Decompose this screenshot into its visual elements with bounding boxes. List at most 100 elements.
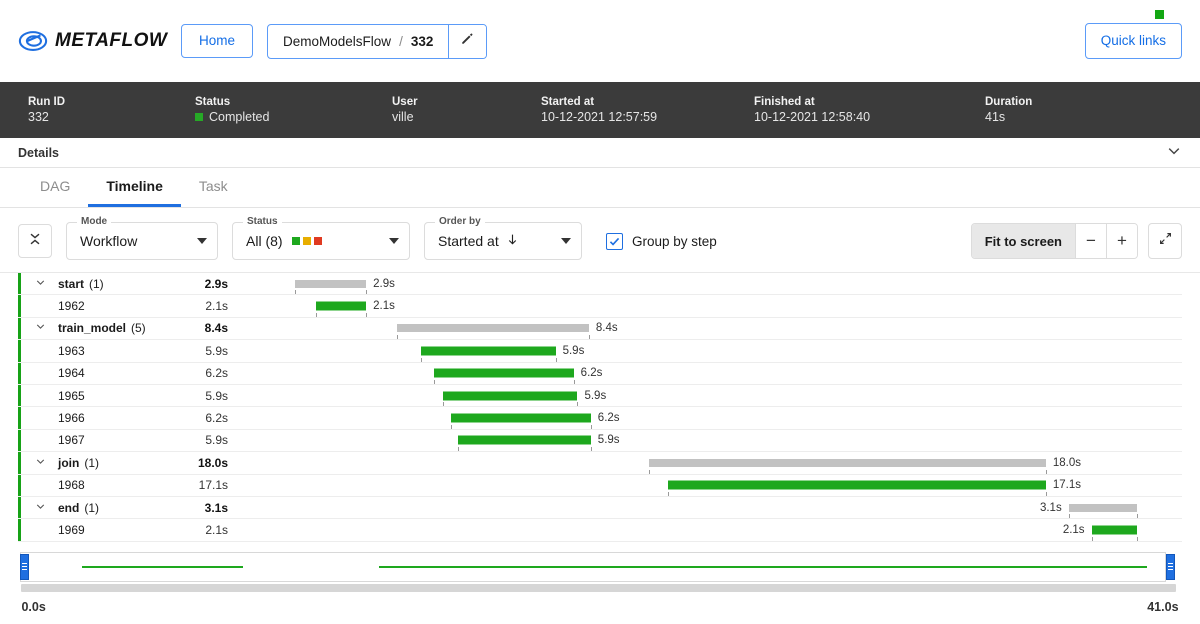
edit-run-button[interactable] — [448, 25, 486, 58]
chevron-down-icon[interactable] — [34, 276, 47, 292]
row-bar-area: 8.4s — [230, 318, 1182, 339]
chevron-down-icon — [561, 238, 571, 244]
field-label: User — [392, 96, 541, 108]
timeline-task-row[interactable]: 19666.2s6.2s — [18, 407, 1182, 429]
timeline-task-row[interactable]: 19622.1s2.1s — [18, 295, 1182, 317]
tab-task[interactable]: Task — [181, 168, 246, 207]
tab-timeline[interactable]: Timeline — [88, 168, 181, 207]
home-button[interactable]: Home — [181, 24, 253, 58]
row-name-cell: 1967 — [18, 433, 180, 447]
task-duration-bar[interactable] — [458, 436, 591, 445]
row-name: 1969 — [58, 523, 85, 537]
task-duration-bar[interactable] — [668, 481, 1046, 490]
bar-duration-label: 17.1s — [1053, 479, 1081, 491]
minimap-activity-line — [538, 566, 891, 568]
step-duration-bar[interactable] — [295, 280, 366, 288]
order-by-select[interactable]: Order by Started at — [424, 222, 582, 260]
bar-start-tick — [434, 380, 435, 384]
timeline-task-row[interactable]: 19692.1s2.1s — [18, 519, 1182, 541]
details-section-header[interactable]: Details — [0, 138, 1200, 168]
scrollbar-thumb[interactable] — [21, 584, 1176, 592]
mode-label: Mode — [77, 216, 111, 227]
row-duration: 8.4s — [180, 321, 228, 335]
group-by-step-control[interactable]: Group by step — [606, 233, 717, 250]
brand-logo[interactable]: METAFLOW — [18, 26, 163, 56]
pencil-icon — [460, 31, 475, 51]
timeline-step-row[interactable]: join(1)18.0s18.0s — [18, 452, 1182, 474]
timeline-task-row[interactable]: 196817.1s17.1s — [18, 475, 1182, 497]
bar-duration-label: 18.0s — [1053, 457, 1081, 469]
zoom-out-button[interactable]: − — [1075, 224, 1106, 258]
tab-dag[interactable]: DAG — [22, 168, 88, 207]
breadcrumb-run-id: 332 — [411, 34, 434, 49]
timeline-scrollbar[interactable] — [18, 584, 1182, 592]
timeline-step-row[interactable]: start(1)2.9s2.9s — [18, 273, 1182, 295]
run-summary-started-at: Started at 10-12-2021 12:57:59 — [541, 96, 754, 124]
row-name-cell: 1965 — [18, 389, 180, 403]
bar-start-tick — [421, 358, 422, 362]
fullscreen-button[interactable] — [1148, 223, 1182, 259]
field-value: 10-12-2021 12:58:40 — [754, 110, 985, 124]
row-name: 1967 — [58, 433, 85, 447]
timeline-step-row[interactable]: train_model(5)8.4s8.4s — [18, 318, 1182, 340]
row-duration: 2.9s — [180, 277, 228, 291]
task-duration-bar[interactable] — [316, 302, 366, 311]
timeline-task-row[interactable]: 19655.9s5.9s — [18, 385, 1182, 407]
row-bar-area: 5.9s — [230, 340, 1182, 361]
bar-duration-label: 2.9s — [373, 278, 395, 290]
status-text: Completed — [209, 110, 269, 124]
step-duration-bar[interactable] — [1069, 504, 1138, 512]
bar-end-tick — [577, 402, 578, 406]
row-task-count: (5) — [131, 321, 146, 335]
bar-start-tick — [458, 447, 459, 451]
bar-start-tick — [649, 470, 650, 474]
timeline-minimap[interactable] — [18, 552, 1182, 582]
chevron-down-icon[interactable] — [1166, 143, 1182, 162]
status-select[interactable]: Status All (8) — [232, 222, 410, 260]
field-label: Status — [195, 96, 392, 108]
timeline-task-row[interactable]: 19646.2s6.2s — [18, 363, 1182, 385]
chevron-down-icon[interactable] — [34, 455, 47, 471]
fit-to-screen-button[interactable]: Fit to screen — [972, 224, 1075, 258]
bar-end-tick — [1137, 514, 1138, 518]
status-badge — [195, 113, 203, 121]
bar-duration-label: 5.9s — [584, 390, 606, 402]
order-by-label: Order by — [435, 216, 485, 227]
group-by-step-checkbox[interactable] — [606, 233, 623, 250]
zoom-in-button[interactable]: + — [1106, 224, 1137, 258]
task-duration-bar[interactable] — [1092, 525, 1138, 534]
chevron-down-icon — [197, 238, 207, 244]
collapse-all-button[interactable] — [18, 224, 52, 258]
timeline-task-row[interactable]: 19675.9s5.9s — [18, 430, 1182, 452]
bar-end-tick — [1137, 537, 1138, 541]
chevron-down-icon[interactable] — [34, 500, 47, 516]
bar-end-tick — [591, 447, 592, 451]
row-bar-area: 2.9s — [230, 273, 1182, 294]
task-duration-bar[interactable] — [451, 414, 591, 423]
bar-start-tick — [1092, 537, 1093, 541]
bar-duration-label: 2.1s — [1063, 524, 1085, 536]
minimap-left-handle[interactable] — [20, 554, 29, 580]
chevron-down-icon[interactable] — [34, 320, 47, 336]
run-summary-bar: Run ID 332 Status Completed User ville S… — [0, 82, 1200, 138]
task-duration-bar[interactable] — [421, 346, 555, 355]
order-by-value: Started at — [438, 233, 519, 249]
mode-select[interactable]: Mode Workflow — [66, 222, 218, 260]
row-bar-area: 2.1s — [230, 295, 1182, 316]
run-summary-run-id: Run ID 332 — [28, 96, 195, 124]
timeline-task-row[interactable]: 19635.9s5.9s — [18, 340, 1182, 362]
timeline-toolbar: Mode Workflow Status All (8) Order by St… — [0, 208, 1200, 273]
timeline-step-row[interactable]: end(1)3.1s3.1s — [18, 497, 1182, 519]
step-duration-bar[interactable] — [397, 324, 589, 332]
quick-links-button[interactable]: Quick links — [1085, 23, 1182, 59]
breadcrumb[interactable]: DemoModelsFlow / 332 — [268, 25, 448, 58]
collapse-vertical-icon — [27, 231, 43, 252]
row-name-cell: 1964 — [18, 366, 180, 380]
task-duration-bar[interactable] — [443, 391, 577, 400]
step-duration-bar[interactable] — [649, 459, 1046, 467]
row-name: 1962 — [58, 299, 85, 313]
row-name-cell: end(1) — [18, 501, 180, 515]
task-duration-bar[interactable] — [434, 369, 574, 378]
row-name-cell: 1969 — [18, 523, 180, 537]
minimap-right-handle[interactable] — [1166, 554, 1175, 580]
